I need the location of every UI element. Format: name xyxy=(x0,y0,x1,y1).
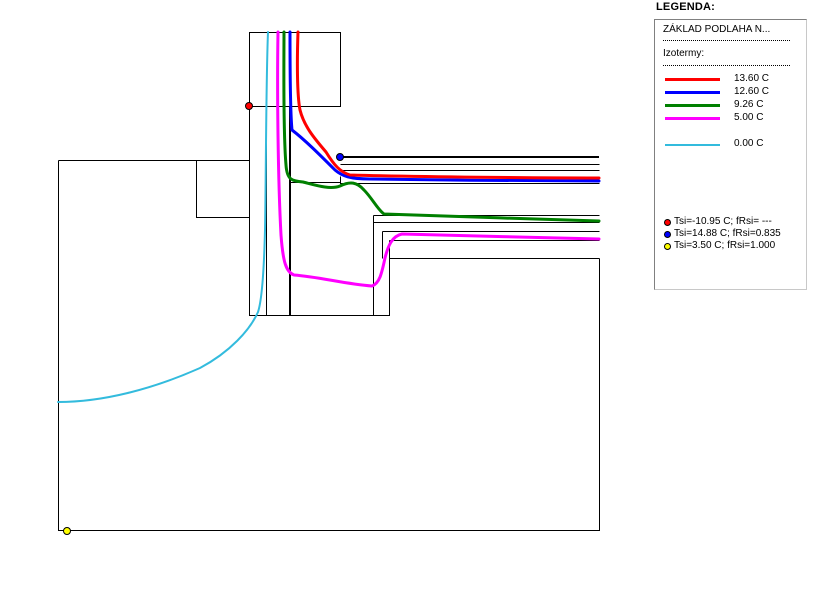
isotherm-swatch xyxy=(665,104,720,107)
legend-title: ZÁKLAD PODLAHA N... xyxy=(663,24,771,35)
isotherm-value: 12.60 C xyxy=(734,86,770,97)
legend-separator xyxy=(663,65,790,66)
point-legend-text: Tsi=3.50 C; fRsi=1.000 xyxy=(674,240,776,251)
legend-separator xyxy=(663,40,790,41)
point-legend-text: Tsi=-10.95 C; fRsi= --- xyxy=(674,216,772,227)
construction-drawing xyxy=(57,30,601,535)
isotherms xyxy=(57,30,601,403)
isotherm-value: 5.00 C xyxy=(734,112,764,123)
point-legend-icon xyxy=(664,243,671,250)
legend-panel: ZÁKLAD PODLAHA N... Izotermy: 13.60 C 12… xyxy=(654,19,807,290)
heavy-lines xyxy=(289,107,599,315)
isotherm-value: 0.00 C xyxy=(734,138,764,149)
point-red-marker xyxy=(245,102,253,110)
thermal-analysis-view: LEGENDA: ZÁKLAD PODLAHA N... Izotermy: 1… xyxy=(0,0,825,595)
ring-beam-outline xyxy=(196,160,250,218)
isotherm-swatch xyxy=(665,117,720,120)
isotherm-swatch xyxy=(665,144,720,146)
isotherm-value: 9.26 C xyxy=(734,99,764,110)
isotherm-value: 13.60 C xyxy=(734,73,770,84)
point-legend-icon xyxy=(664,231,671,238)
isotherm-9-26 xyxy=(282,30,601,223)
wall-top-outline xyxy=(249,32,341,107)
isotherm-swatch xyxy=(665,78,720,81)
point-legend-text: Tsi=14.88 C; fRsi=0.835 xyxy=(674,228,781,239)
evaluation-points xyxy=(63,102,344,535)
point-blue-marker xyxy=(336,153,344,161)
isotherms-label: Izotermy: xyxy=(663,48,705,59)
point-legend-icon xyxy=(664,219,671,226)
isotherm-swatch xyxy=(665,91,720,94)
construction-outlines xyxy=(58,32,600,531)
legend-heading: LEGENDA: xyxy=(656,1,716,13)
point-yellow-marker xyxy=(63,527,71,535)
